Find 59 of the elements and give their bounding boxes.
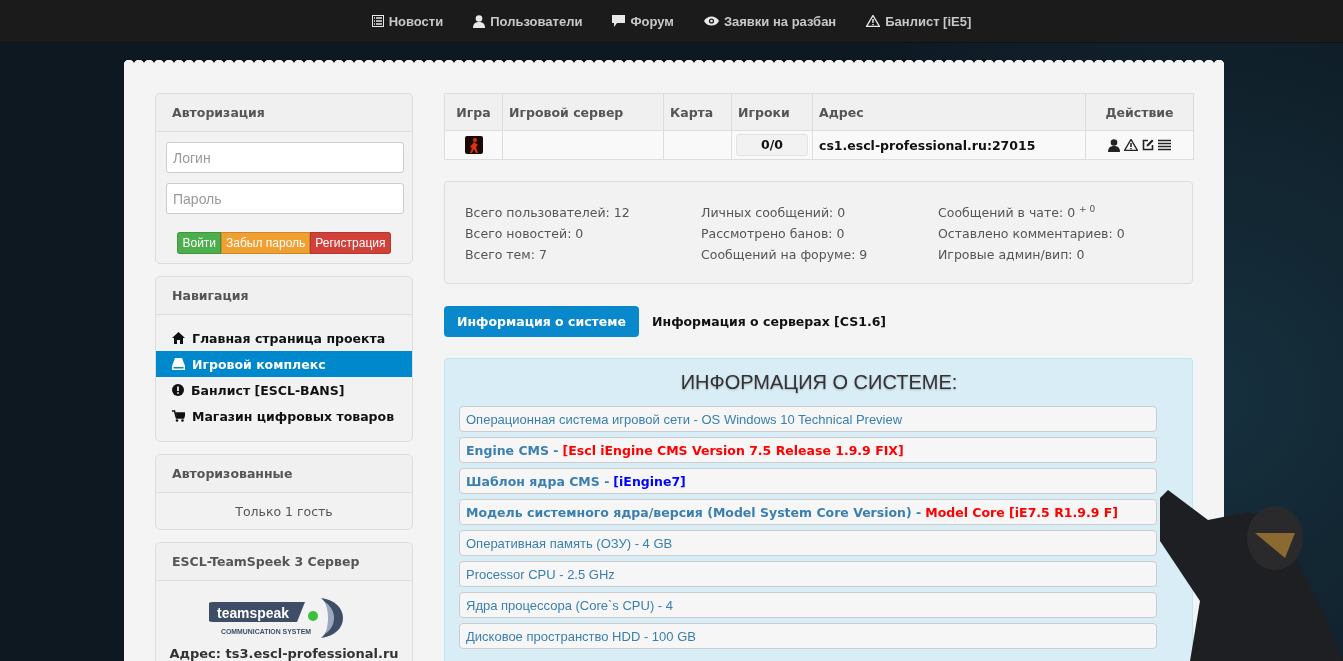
register-button[interactable]: Регистрация bbox=[310, 232, 391, 254]
home-icon bbox=[172, 332, 185, 344]
warning-icon bbox=[866, 15, 881, 27]
column-header: Игровой сервер bbox=[502, 93, 664, 131]
section-title: ИНФОРМАЦИЯ О СИСТЕМЕ: bbox=[679, 371, 959, 394]
tab[interactable]: Информация о системе bbox=[444, 306, 640, 337]
online-count: Только 1 гость bbox=[234, 503, 334, 521]
players-count: 0/0 bbox=[736, 134, 808, 156]
stat-text: Сообщений на форуме: 9 bbox=[701, 246, 869, 264]
nav-link[interactable]: Банлист [iE5] bbox=[866, 13, 972, 29]
stat-text: Сообщений в чате: 0 $^{+ 0}$ bbox=[938, 202, 1097, 222]
table-cell: cs1.escl-professional.ru:27015 bbox=[812, 130, 1086, 160]
column-header: Карта bbox=[663, 93, 732, 131]
game-icon bbox=[464, 136, 483, 154]
column-header: Действие bbox=[1085, 93, 1194, 131]
stat-text: Личных сообщений: 0 bbox=[701, 204, 847, 222]
user-icon[interactable] bbox=[1108, 138, 1120, 152]
edit-icon[interactable] bbox=[1142, 138, 1154, 151]
info-row: Processor CPU - 2.5 GHz bbox=[459, 561, 1157, 587]
info-value: [iEngine7] bbox=[613, 473, 686, 489]
hard-drive-icon bbox=[172, 358, 185, 370]
stat-text: Всего тем: 7 bbox=[465, 246, 548, 264]
info-label: Модель системного ядра/версия (Model System Core Version) - bbox=[466, 504, 922, 520]
column-header: Игра bbox=[444, 93, 503, 131]
nav-item[interactable]: Магазин цифровых товаров bbox=[156, 403, 412, 429]
info-value: [Escl iEngine CMS Version 7.5 Release 1.9.9 FIX] bbox=[562, 442, 904, 458]
stat-text: Оставлено комментариев: 0 bbox=[938, 225, 1126, 243]
nav-link[interactable]: Форум bbox=[612, 13, 674, 29]
user-icon bbox=[473, 14, 486, 28]
info-value: Model Core [iE7.5 R1.9.9 F] bbox=[925, 504, 1118, 520]
info-label: Engine CMS - bbox=[466, 442, 559, 458]
cart-icon bbox=[172, 410, 185, 422]
server-address: Адрес: ts3.escl-professional.ru bbox=[169, 646, 399, 661]
nav-link[interactable]: Новости bbox=[371, 13, 444, 29]
info-row: Операционная система игровой сети - OS Windows 10 Technical Preview bbox=[459, 406, 1157, 432]
nav-link[interactable]: Заявки на разбан bbox=[703, 13, 837, 29]
info-row: Ядра процессора (Core`s CPU) - 4 bbox=[459, 592, 1157, 618]
chat-bubble-icon bbox=[612, 15, 626, 27]
list-icon bbox=[371, 15, 384, 27]
login-field[interactable]: Логин bbox=[166, 142, 404, 173]
nav-item[interactable]: Главная страница проекта bbox=[156, 325, 412, 351]
tab[interactable]: Информация о серверах [CS1.6] bbox=[639, 306, 900, 337]
info-row: Дисковое пространство HDD - 100 GB bbox=[459, 623, 1157, 649]
stat-text: Всего новостей: 0 bbox=[465, 225, 585, 243]
info-label: Шаблон ядра CMS - bbox=[466, 473, 610, 489]
password-field[interactable]: Пароль bbox=[166, 183, 404, 214]
eye-icon bbox=[703, 16, 719, 26]
column-header: Игроки bbox=[731, 93, 813, 131]
nav-item[interactable]: Игровой комплекс bbox=[156, 351, 412, 377]
exclamation-circle-icon bbox=[172, 384, 184, 396]
column-header: Адрес bbox=[812, 93, 1086, 131]
nav-item[interactable]: Банлист [ESCL-BANS] bbox=[156, 377, 412, 403]
list-icon[interactable] bbox=[1158, 138, 1171, 151]
warning-icon[interactable] bbox=[1124, 138, 1138, 151]
stat-text: Рассмотрено банов: 0 bbox=[701, 225, 846, 243]
stat-text: Игровые админ/вип: 0 bbox=[938, 246, 1086, 264]
nav-link[interactable]: Пользователи bbox=[473, 13, 583, 29]
stat-text: Всего пользователей: 12 bbox=[465, 204, 631, 222]
info-row: Оперативная память (ОЗУ) - 4 GB bbox=[459, 530, 1157, 556]
